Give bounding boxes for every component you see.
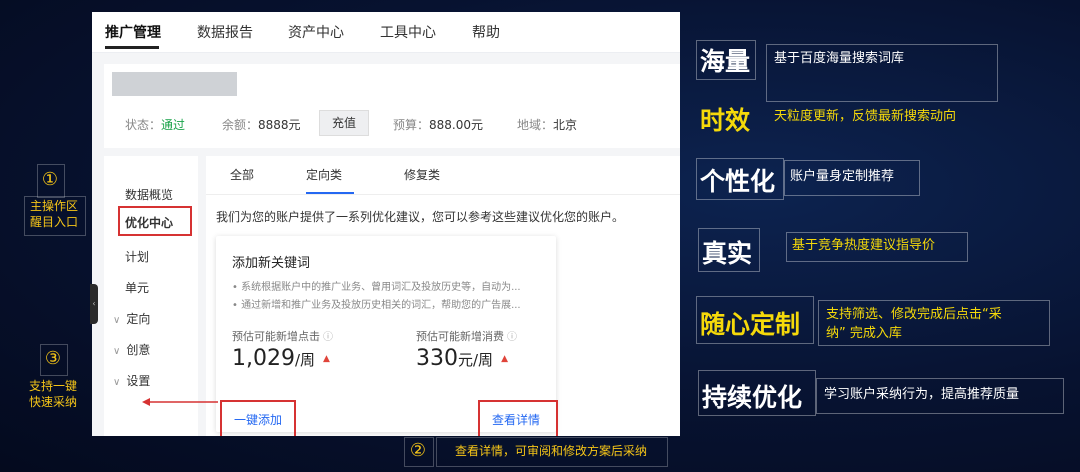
account-region: 地域：北京 bbox=[517, 118, 578, 132]
account-balance: 余额：8888元 bbox=[222, 118, 301, 132]
chevron-down-icon: ∨ bbox=[113, 346, 121, 357]
tab-active-indicator bbox=[306, 192, 354, 194]
highlight-box-add bbox=[220, 400, 296, 436]
account-budget: 预算：888.00元 bbox=[393, 118, 484, 132]
tab-all[interactable]: 全部 bbox=[230, 166, 254, 183]
feature-desc-timely: 天粒度更新，反馈最新搜索动向 bbox=[774, 109, 957, 124]
trend-up-icon: ▲ bbox=[323, 354, 330, 364]
clicks-value: 1,029/周 ▲ bbox=[232, 346, 330, 371]
highlight-box-details bbox=[478, 400, 558, 436]
feature-title-massive: 海量 bbox=[700, 47, 751, 76]
sidebar: 数据概览 优化中心 计划 单元 ∨ 定向 ∨ 创意 ∨ 设置 bbox=[104, 156, 198, 436]
tab-divider bbox=[206, 194, 680, 195]
account-status: 状态：通过 bbox=[125, 118, 186, 132]
chevron-left-icon: ‹ bbox=[92, 299, 96, 308]
nav-assets[interactable]: 资产中心 bbox=[288, 22, 344, 42]
feature-title-personalized: 个性化 bbox=[700, 167, 776, 196]
annotation-3-text: 支持一键 快速采纳 bbox=[28, 379, 77, 409]
trend-up-icon: ▲ bbox=[501, 354, 508, 364]
help-icon[interactable]: ⓘ bbox=[323, 332, 333, 343]
cost-value: 330元/周 ▲ bbox=[416, 346, 508, 371]
nav-help[interactable]: 帮助 bbox=[472, 22, 500, 42]
chevron-down-icon: ∨ bbox=[113, 377, 121, 388]
tab-repair[interactable]: 修复类 bbox=[404, 166, 440, 183]
collapse-handle[interactable]: ‹ bbox=[90, 284, 98, 324]
top-nav: 推广管理 数据报告 资产中心 工具中心 帮助 bbox=[92, 12, 680, 53]
annotation-3-number: ③ bbox=[44, 348, 62, 369]
highlight-box-optimization bbox=[118, 206, 192, 236]
chevron-down-icon: ∨ bbox=[113, 315, 121, 326]
card-bullet: • 通过新增和推广业务及投放历史相关的词汇，帮助您的广告展... bbox=[232, 300, 521, 311]
annotation-1-number: ① bbox=[41, 169, 59, 190]
clicks-label: 预估可能新增点击 ⓘ bbox=[232, 330, 333, 343]
cost-label: 预估可能新增消费 ⓘ bbox=[416, 330, 517, 343]
sidebar-item-overview[interactable]: 数据概览 bbox=[125, 186, 173, 203]
annotation-2-text: 查看详情，可审阅和修改方案后采纳 bbox=[454, 444, 647, 458]
nav-promotion[interactable]: 推广管理 bbox=[105, 22, 161, 42]
feature-desc-continuous: 学习账户采纳行为，提高推荐质量 bbox=[824, 387, 1020, 402]
arrow-icon bbox=[142, 398, 218, 406]
main-content: 全部 定向类 修复类 我们为您的账户提供了一系列优化建议，您可以参考这些建议优化… bbox=[206, 156, 680, 436]
card-bullet: • 系统根据账户中的推广业务、曾用词汇及投放历史等，自动为... bbox=[232, 282, 521, 293]
recharge-button[interactable]: 充值 bbox=[319, 110, 369, 136]
feature-desc-custom: 支持筛选、修改完成后点击“采 纳” 完成入库 bbox=[826, 307, 1002, 341]
sidebar-item-settings[interactable]: ∨ 设置 bbox=[113, 372, 150, 389]
account-name-placeholder bbox=[112, 72, 237, 96]
feature-title-real: 真实 bbox=[702, 239, 753, 268]
annotation-2-number: ② bbox=[409, 440, 427, 461]
feature-desc-real: 基于竞争热度建议指导价 bbox=[792, 238, 936, 253]
feature-title-continuous: 持续优化 bbox=[702, 383, 803, 412]
sidebar-item-unit[interactable]: 单元 bbox=[125, 279, 149, 296]
sidebar-item-targeting[interactable]: ∨ 定向 bbox=[113, 310, 150, 327]
help-icon[interactable]: ⓘ bbox=[507, 332, 517, 343]
screenshot-panel: 推广管理 数据报告 资产中心 工具中心 帮助 状态：通过 余额：8888元 充值… bbox=[92, 12, 680, 436]
suggestion-card: 添加新关键词 • 系统根据账户中的推广业务、曾用词汇及投放历史等，自动为... … bbox=[216, 236, 558, 436]
feature-desc-personalized: 账户量身定制推荐 bbox=[790, 169, 895, 184]
intro-text: 我们为您的账户提供了一系列优化建议，您可以参考这些建议优化您的账户。 bbox=[216, 210, 625, 224]
feature-title-custom: 随心定制 bbox=[700, 310, 801, 339]
nav-active-indicator bbox=[105, 46, 159, 49]
annotation-1-text: 主操作区 醒目入口 bbox=[29, 199, 78, 229]
feature-desc-massive: 基于百度海量搜索词库 bbox=[774, 51, 905, 66]
sidebar-item-plan[interactable]: 计划 bbox=[125, 248, 149, 265]
nav-reports[interactable]: 数据报告 bbox=[197, 22, 253, 42]
card-title: 添加新关键词 bbox=[232, 256, 311, 271]
account-summary: 状态：通过 余额：8888元 充值 预算：888.00元 地域：北京 bbox=[104, 64, 680, 148]
sidebar-item-creative[interactable]: ∨ 创意 bbox=[113, 341, 150, 358]
tab-targeting[interactable]: 定向类 bbox=[306, 166, 342, 183]
feature-title-timely: 时效 bbox=[700, 106, 751, 135]
nav-tools[interactable]: 工具中心 bbox=[380, 22, 436, 42]
